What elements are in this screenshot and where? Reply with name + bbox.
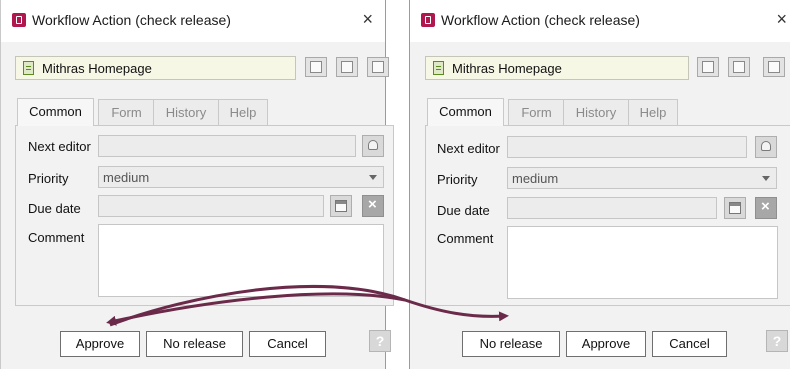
calendar-icon	[729, 202, 741, 214]
next-editor-label: Next editor	[437, 141, 500, 156]
clear-date-button[interactable]: ×	[362, 195, 384, 217]
person-select-icon	[761, 141, 771, 151]
tab-history[interactable]: History	[153, 99, 219, 126]
dialog-titlebar: Workflow Action (check release) ×	[410, 0, 790, 42]
workflow-app-icon	[12, 13, 26, 27]
compare-icon	[341, 61, 353, 73]
tab-common[interactable]: Common	[427, 98, 504, 126]
close-icon[interactable]: ×	[776, 9, 787, 30]
comment-label: Comment	[437, 231, 494, 246]
comment-label: Comment	[28, 230, 85, 245]
no-release-button[interactable]: No release	[146, 331, 243, 357]
priority-value: medium	[103, 170, 150, 185]
chevron-down-icon	[762, 176, 770, 181]
due-date-field[interactable]	[507, 197, 717, 219]
tab-form[interactable]: Form	[98, 99, 155, 126]
comment-textarea[interactable]	[98, 224, 384, 297]
compare-button[interactable]	[728, 57, 750, 77]
cancel-button[interactable]: Cancel	[249, 331, 326, 357]
help-icon[interactable]: ?	[369, 330, 391, 352]
preview-icon	[372, 61, 384, 73]
preview-icon	[768, 61, 780, 73]
due-date-label: Due date	[437, 203, 490, 218]
workflow-dialog-right: Workflow Action (check release) × Mithra…	[409, 0, 790, 369]
tab-common[interactable]: Common	[17, 98, 94, 126]
dialog-title: Workflow Action (check release)	[32, 12, 231, 28]
calendar-button[interactable]	[724, 197, 746, 219]
tab-help[interactable]: Help	[628, 99, 678, 126]
chevron-down-icon	[369, 175, 377, 180]
priority-select[interactable]: medium	[98, 166, 384, 188]
preview-button[interactable]	[763, 57, 785, 77]
person-select-icon	[368, 140, 378, 150]
cancel-button[interactable]: Cancel	[652, 331, 727, 357]
approve-button[interactable]: Approve	[60, 331, 140, 357]
compare-icon	[733, 61, 745, 73]
dialog-titlebar: Workflow Action (check release) ×	[1, 0, 385, 42]
no-release-button[interactable]: No release	[462, 331, 560, 357]
approve-button[interactable]: Approve	[566, 331, 646, 357]
calendar-icon	[335, 200, 347, 212]
page-document-icon	[433, 61, 444, 75]
window-icon	[702, 61, 714, 73]
next-editor-field[interactable]	[507, 136, 747, 158]
window-icon	[310, 61, 322, 73]
clear-x-icon: ×	[368, 196, 377, 213]
comment-textarea[interactable]	[507, 226, 778, 299]
priority-label: Priority	[28, 171, 69, 186]
select-editor-button[interactable]	[362, 135, 384, 157]
close-icon[interactable]: ×	[362, 9, 373, 30]
workflow-app-icon	[421, 13, 435, 27]
object-name: Mithras Homepage	[452, 61, 562, 76]
compare-button[interactable]	[336, 57, 358, 77]
page-document-icon	[23, 61, 34, 75]
tab-form[interactable]: Form	[508, 99, 565, 126]
object-field: Mithras Homepage	[425, 56, 689, 80]
open-object-button[interactable]	[305, 57, 327, 77]
clear-x-icon: ×	[761, 198, 770, 215]
object-field: Mithras Homepage	[15, 56, 296, 80]
help-icon[interactable]: ?	[766, 330, 788, 352]
dialog-title: Workflow Action (check release)	[441, 12, 640, 28]
tab-help[interactable]: Help	[218, 99, 268, 126]
tab-history[interactable]: History	[563, 99, 629, 126]
next-editor-field[interactable]	[98, 135, 356, 157]
priority-label: Priority	[437, 172, 478, 187]
due-date-label: Due date	[28, 201, 81, 216]
select-editor-button[interactable]	[755, 136, 777, 158]
clear-date-button[interactable]: ×	[755, 197, 777, 219]
priority-value: medium	[512, 171, 559, 186]
open-object-button[interactable]	[697, 57, 719, 77]
priority-select[interactable]: medium	[507, 167, 777, 189]
due-date-field[interactable]	[98, 195, 324, 217]
next-editor-label: Next editor	[28, 139, 91, 154]
calendar-button[interactable]	[330, 195, 352, 217]
preview-button[interactable]	[367, 57, 389, 77]
object-name: Mithras Homepage	[42, 61, 152, 76]
workflow-dialog-left: Workflow Action (check release) × Mithra…	[0, 0, 394, 369]
